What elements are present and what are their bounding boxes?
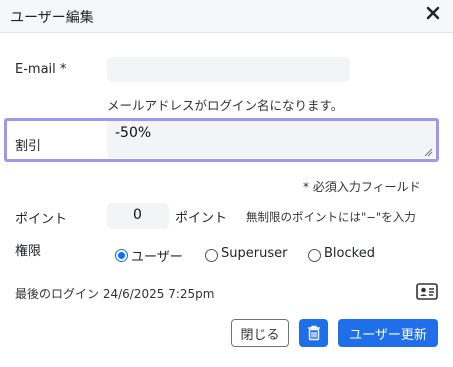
email-field[interactable] [107, 57, 350, 82]
points-input[interactable]: 0 [107, 203, 169, 229]
role-radio-user[interactable] [115, 249, 128, 262]
points-unit: ポイント [175, 211, 228, 226]
id-card-icon[interactable] [416, 283, 438, 300]
role-radio-blocked[interactable] [308, 249, 321, 262]
last-login-text: 最後のログイン 24/6/2025 7:25pm [15, 287, 215, 301]
role-radio-superuser[interactable] [205, 249, 218, 262]
role-option-blocked-label[interactable]: Blocked [324, 246, 375, 261]
email-help-text: メールアドレスがログイン名になります。 [107, 98, 344, 113]
discount-textarea[interactable] [107, 121, 436, 158]
close-icon[interactable] [425, 4, 441, 22]
role-label: 権限 [15, 244, 42, 259]
points-help-text: 無制限のポイントには"−"を入力 [246, 210, 416, 224]
discount-value: -50% [115, 125, 152, 141]
role-option-user-label[interactable]: ユーザー [131, 246, 183, 265]
points-value: 0 [133, 207, 142, 223]
resize-grip-icon[interactable] [424, 148, 433, 157]
close-button[interactable]: 閉じる [231, 319, 289, 347]
dialog-title: ユーザー編集 [10, 10, 94, 26]
delete-button[interactable] [299, 319, 328, 347]
discount-label: 割引 [15, 139, 42, 154]
trash-icon [307, 325, 320, 341]
dialog-header: ユーザー編集 [0, 0, 453, 33]
update-user-button[interactable]: ユーザー更新 [338, 319, 438, 347]
email-label: E-mail * [15, 62, 67, 77]
required-note: * 必須入力フィールド [303, 180, 421, 194]
points-label: ポイント [15, 212, 68, 227]
role-option-superuser-label[interactable]: Superuser [221, 246, 287, 261]
